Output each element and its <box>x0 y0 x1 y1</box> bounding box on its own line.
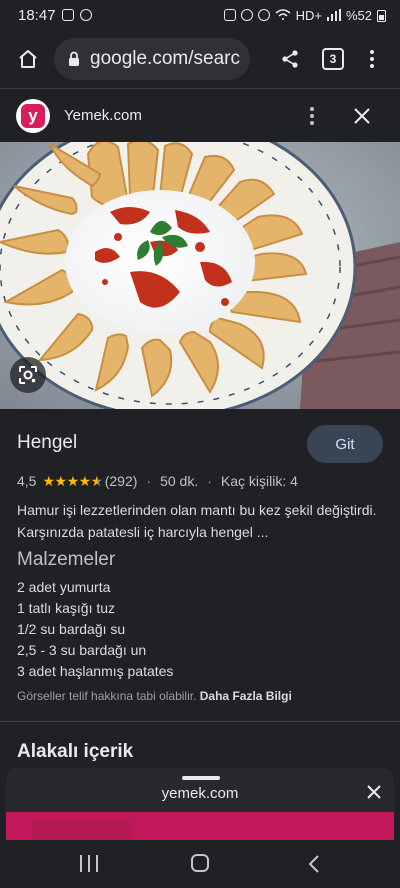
recipe-image[interactable] <box>0 142 400 409</box>
site-banner <box>6 812 394 840</box>
tab-switcher-button[interactable]: 3 <box>322 48 344 70</box>
close-icon[interactable] <box>350 104 374 128</box>
tab-count: 3 <box>329 52 337 66</box>
meta-separator: · <box>207 473 212 489</box>
mute-icon <box>257 9 270 21</box>
recipe-servings: Kaç kişilik: 4 <box>220 473 298 489</box>
nfc-icon <box>240 9 253 21</box>
recipe-photo <box>0 142 400 409</box>
bottom-sheet[interactable]: yemek.com <box>6 768 394 840</box>
ingredient-item: 2,5 - 3 su bardağı un <box>17 642 147 658</box>
back-icon[interactable] <box>305 854 323 874</box>
ingredients-heading: Malzemeler <box>17 549 116 570</box>
address-bar[interactable]: google.com/searc <box>54 38 250 80</box>
recipe-meta: 4,5 ★★★★★ (292) · 50 dk. · Kaç kişilik: … <box>17 472 298 490</box>
more-info-link[interactable]: Daha Fazla Bilgi <box>200 689 292 703</box>
copyright-text: Görseller telif hakkına tabi olabilir. <box>17 689 197 703</box>
section-divider <box>0 721 400 722</box>
url-text: google.com/searc <box>90 48 240 69</box>
alarm-icon <box>223 9 236 21</box>
meta-separator: · <box>146 473 152 489</box>
share-button[interactable] <box>274 43 306 75</box>
status-bar: 18:47 HD+ %52 <box>0 0 400 30</box>
sheet-title: yemek.com <box>161 785 239 802</box>
source-header: y Yemek.com <box>0 88 400 142</box>
home-button[interactable] <box>10 41 46 77</box>
nav-home-button[interactable] <box>191 854 209 872</box>
network-type: HD+ <box>295 7 322 23</box>
sheet-drag-handle[interactable] <box>182 776 220 780</box>
banner-logo <box>32 820 132 840</box>
rating-stars: ★★★★★ <box>42 472 103 489</box>
ingredients-list: 2 adet yumurta 1 tatlı kaşığı tuz 1/2 su… <box>17 577 173 682</box>
recipe-duration: 50 dk. <box>160 473 199 489</box>
status-time: 18:47 <box>18 6 56 24</box>
ingredient-item: 1/2 su bardağı su <box>17 621 126 637</box>
rating-value: 4,5 <box>17 473 37 489</box>
copyright-notice: Görseller telif hakkına tabi olabilir. D… <box>17 689 292 703</box>
gallery-notification-icon <box>61 9 74 21</box>
lens-icon <box>19 366 37 384</box>
recipe-description: Hamur işi lezzetlerinden olan mantı bu k… <box>17 502 377 540</box>
wifi-icon <box>275 9 291 20</box>
site-name[interactable]: Yemek.com <box>64 107 142 124</box>
browser-toolbar: google.com/searc 3 <box>0 30 400 88</box>
lock-icon <box>68 51 80 67</box>
go-button[interactable]: Git <box>307 425 383 463</box>
lens-button[interactable] <box>10 357 46 393</box>
ingredient-item: 3 adet haşlanmış patates <box>17 663 174 679</box>
system-nav-bar <box>0 840 400 888</box>
home-icon <box>19 50 37 68</box>
ingredient-item: 1 tatlı kaşığı tuz <box>17 600 116 616</box>
instagram-notification-icon <box>79 9 92 21</box>
site-logo: y <box>16 98 50 133</box>
share-icon <box>282 50 298 68</box>
more-options-button[interactable] <box>302 102 322 130</box>
signal-icon <box>326 9 341 21</box>
close-icon[interactable] <box>364 782 384 802</box>
battery-percent: %52 <box>345 7 372 23</box>
related-content-heading: Alakalı içerik <box>17 741 134 762</box>
review-count: (292) <box>104 473 138 489</box>
recipe-title: Hengel <box>17 432 78 453</box>
browser-menu-button[interactable] <box>362 43 382 75</box>
battery-icon <box>377 9 386 22</box>
ingredient-item: 2 adet yumurta <box>17 579 111 595</box>
recent-apps-button[interactable] <box>80 855 98 872</box>
